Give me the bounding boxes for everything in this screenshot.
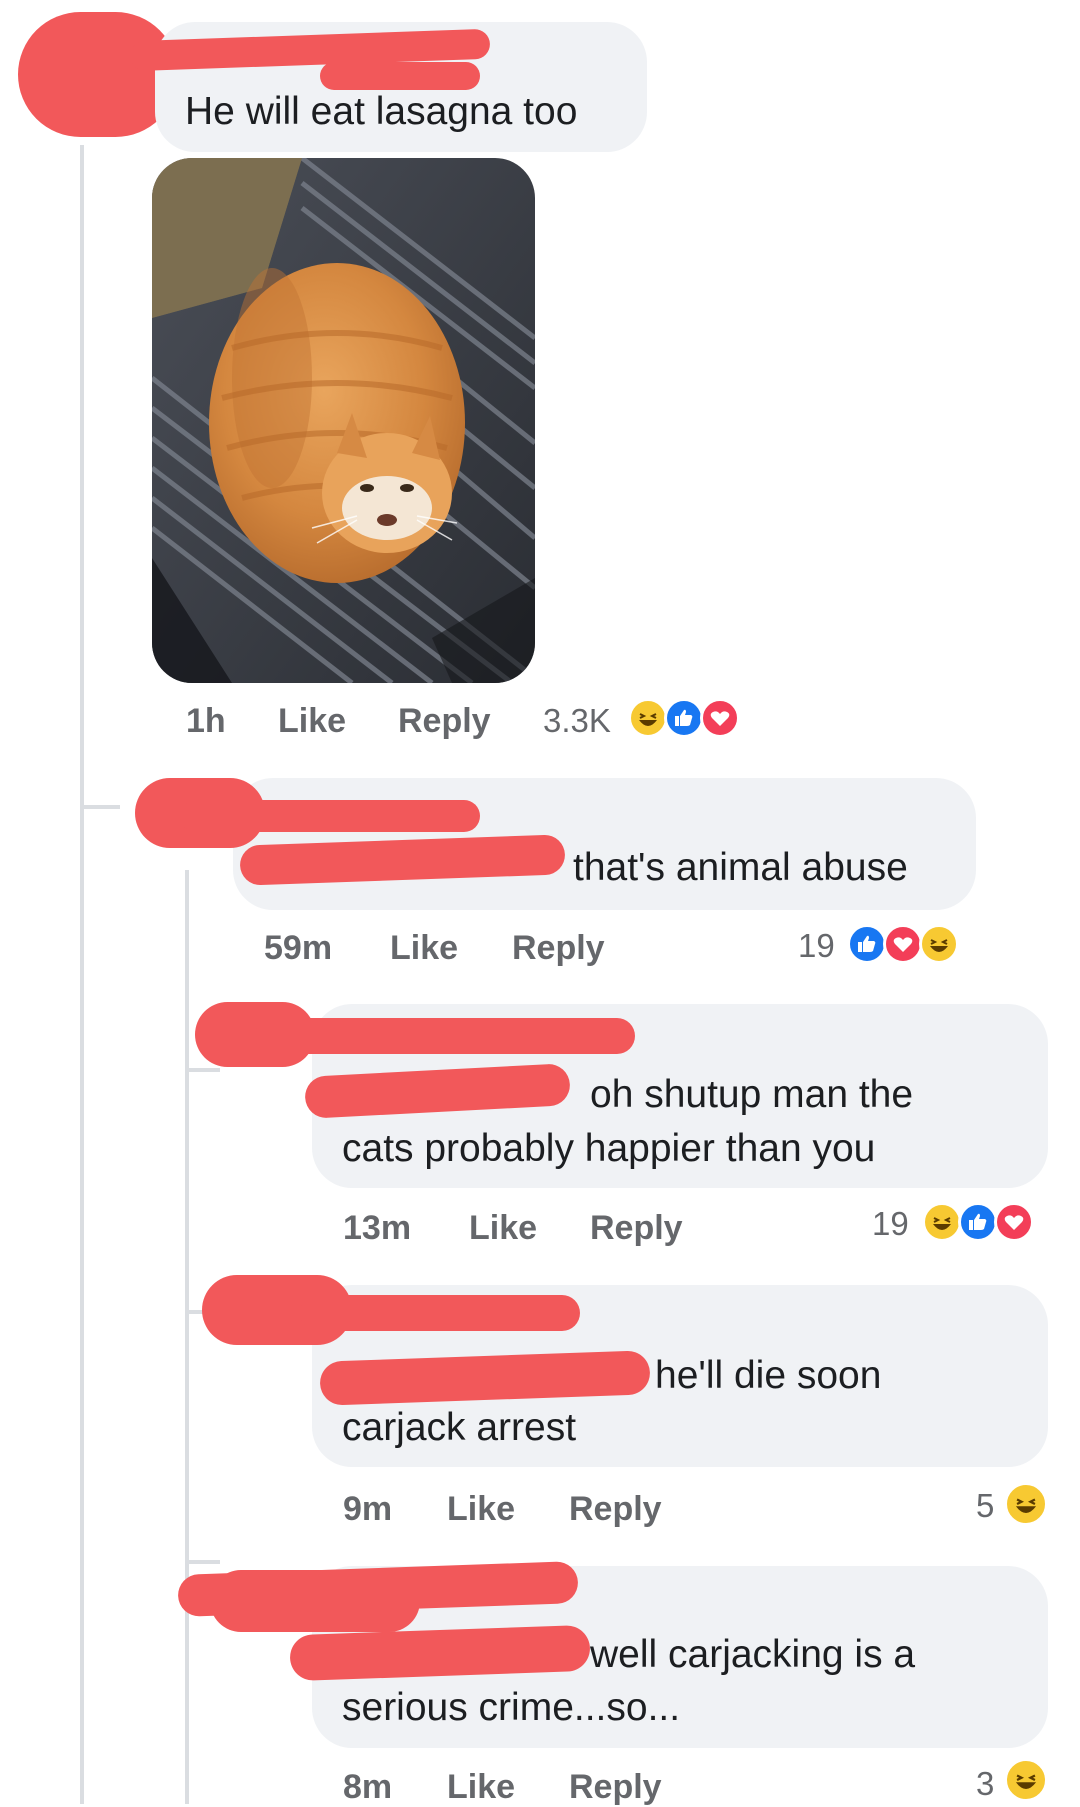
redacted-avatar — [18, 12, 178, 137]
like-reaction-icon — [664, 698, 704, 738]
comment-text-line-2: serious crime...so... — [342, 1686, 681, 1729]
like-reaction-icon — [847, 924, 887, 964]
cat-photo-image — [152, 158, 535, 683]
comment-text-line-2: cats probably happier than you — [342, 1127, 876, 1170]
redacted-author-name — [255, 1018, 635, 1054]
reply-button[interactable]: Reply — [569, 1768, 662, 1807]
reaction-count[interactable]: 19 — [798, 927, 835, 965]
comment-text-line-2: carjack arrest — [342, 1406, 577, 1449]
love-reaction-icon — [700, 698, 740, 738]
haha-reaction-icon — [1004, 1758, 1048, 1802]
comment-text: that's animal abuse — [573, 846, 908, 889]
reply-button[interactable]: Reply — [512, 929, 605, 968]
like-reaction-icon — [958, 1202, 998, 1242]
comment-text-line-1: well carjacking is a — [590, 1633, 916, 1676]
like-button[interactable]: Like — [447, 1490, 515, 1529]
like-button[interactable]: Like — [469, 1209, 537, 1248]
comment-text-line-1: he'll die soon — [655, 1354, 882, 1397]
reaction-count[interactable]: 3.3K — [543, 702, 611, 740]
like-button[interactable]: Like — [390, 929, 458, 968]
like-button[interactable]: Like — [447, 1768, 515, 1807]
thread-line-main — [80, 145, 84, 1804]
comment-text: He will eat lasagna too — [185, 90, 578, 133]
reaction-count[interactable]: 3 — [976, 1765, 994, 1803]
comment-photo[interactable] — [152, 158, 535, 683]
thread-line-branch — [80, 805, 120, 809]
comment-time: 8m — [343, 1768, 393, 1806]
thread-line-sub-branch-1 — [185, 1068, 220, 1072]
reply-button[interactable]: Reply — [398, 702, 491, 741]
thread-line-sub-branch-3 — [185, 1560, 220, 1564]
reply-button[interactable]: Reply — [590, 1209, 683, 1248]
love-reaction-icon — [994, 1202, 1034, 1242]
like-button[interactable]: Like — [278, 702, 346, 741]
reaction-count[interactable]: 19 — [872, 1205, 909, 1243]
haha-reaction-icon — [628, 698, 668, 738]
haha-reaction-icon — [919, 924, 959, 964]
redacted-author-name — [210, 1570, 420, 1632]
comment-time: 1h — [186, 702, 226, 740]
redacted-author-name — [300, 1295, 580, 1331]
comment-time: 9m — [343, 1490, 393, 1528]
comment-time: 13m — [343, 1209, 412, 1247]
haha-reaction-icon — [922, 1202, 962, 1242]
comment-text-line-1: oh shutup man the — [590, 1073, 914, 1116]
haha-reaction-icon — [1004, 1482, 1048, 1526]
comment-time: 59m — [264, 929, 333, 967]
reply-button[interactable]: Reply — [569, 1490, 662, 1529]
thread-line-sub — [185, 870, 189, 1804]
love-reaction-icon — [883, 924, 923, 964]
redacted-author-name — [180, 800, 480, 832]
reaction-count[interactable]: 5 — [976, 1487, 994, 1525]
